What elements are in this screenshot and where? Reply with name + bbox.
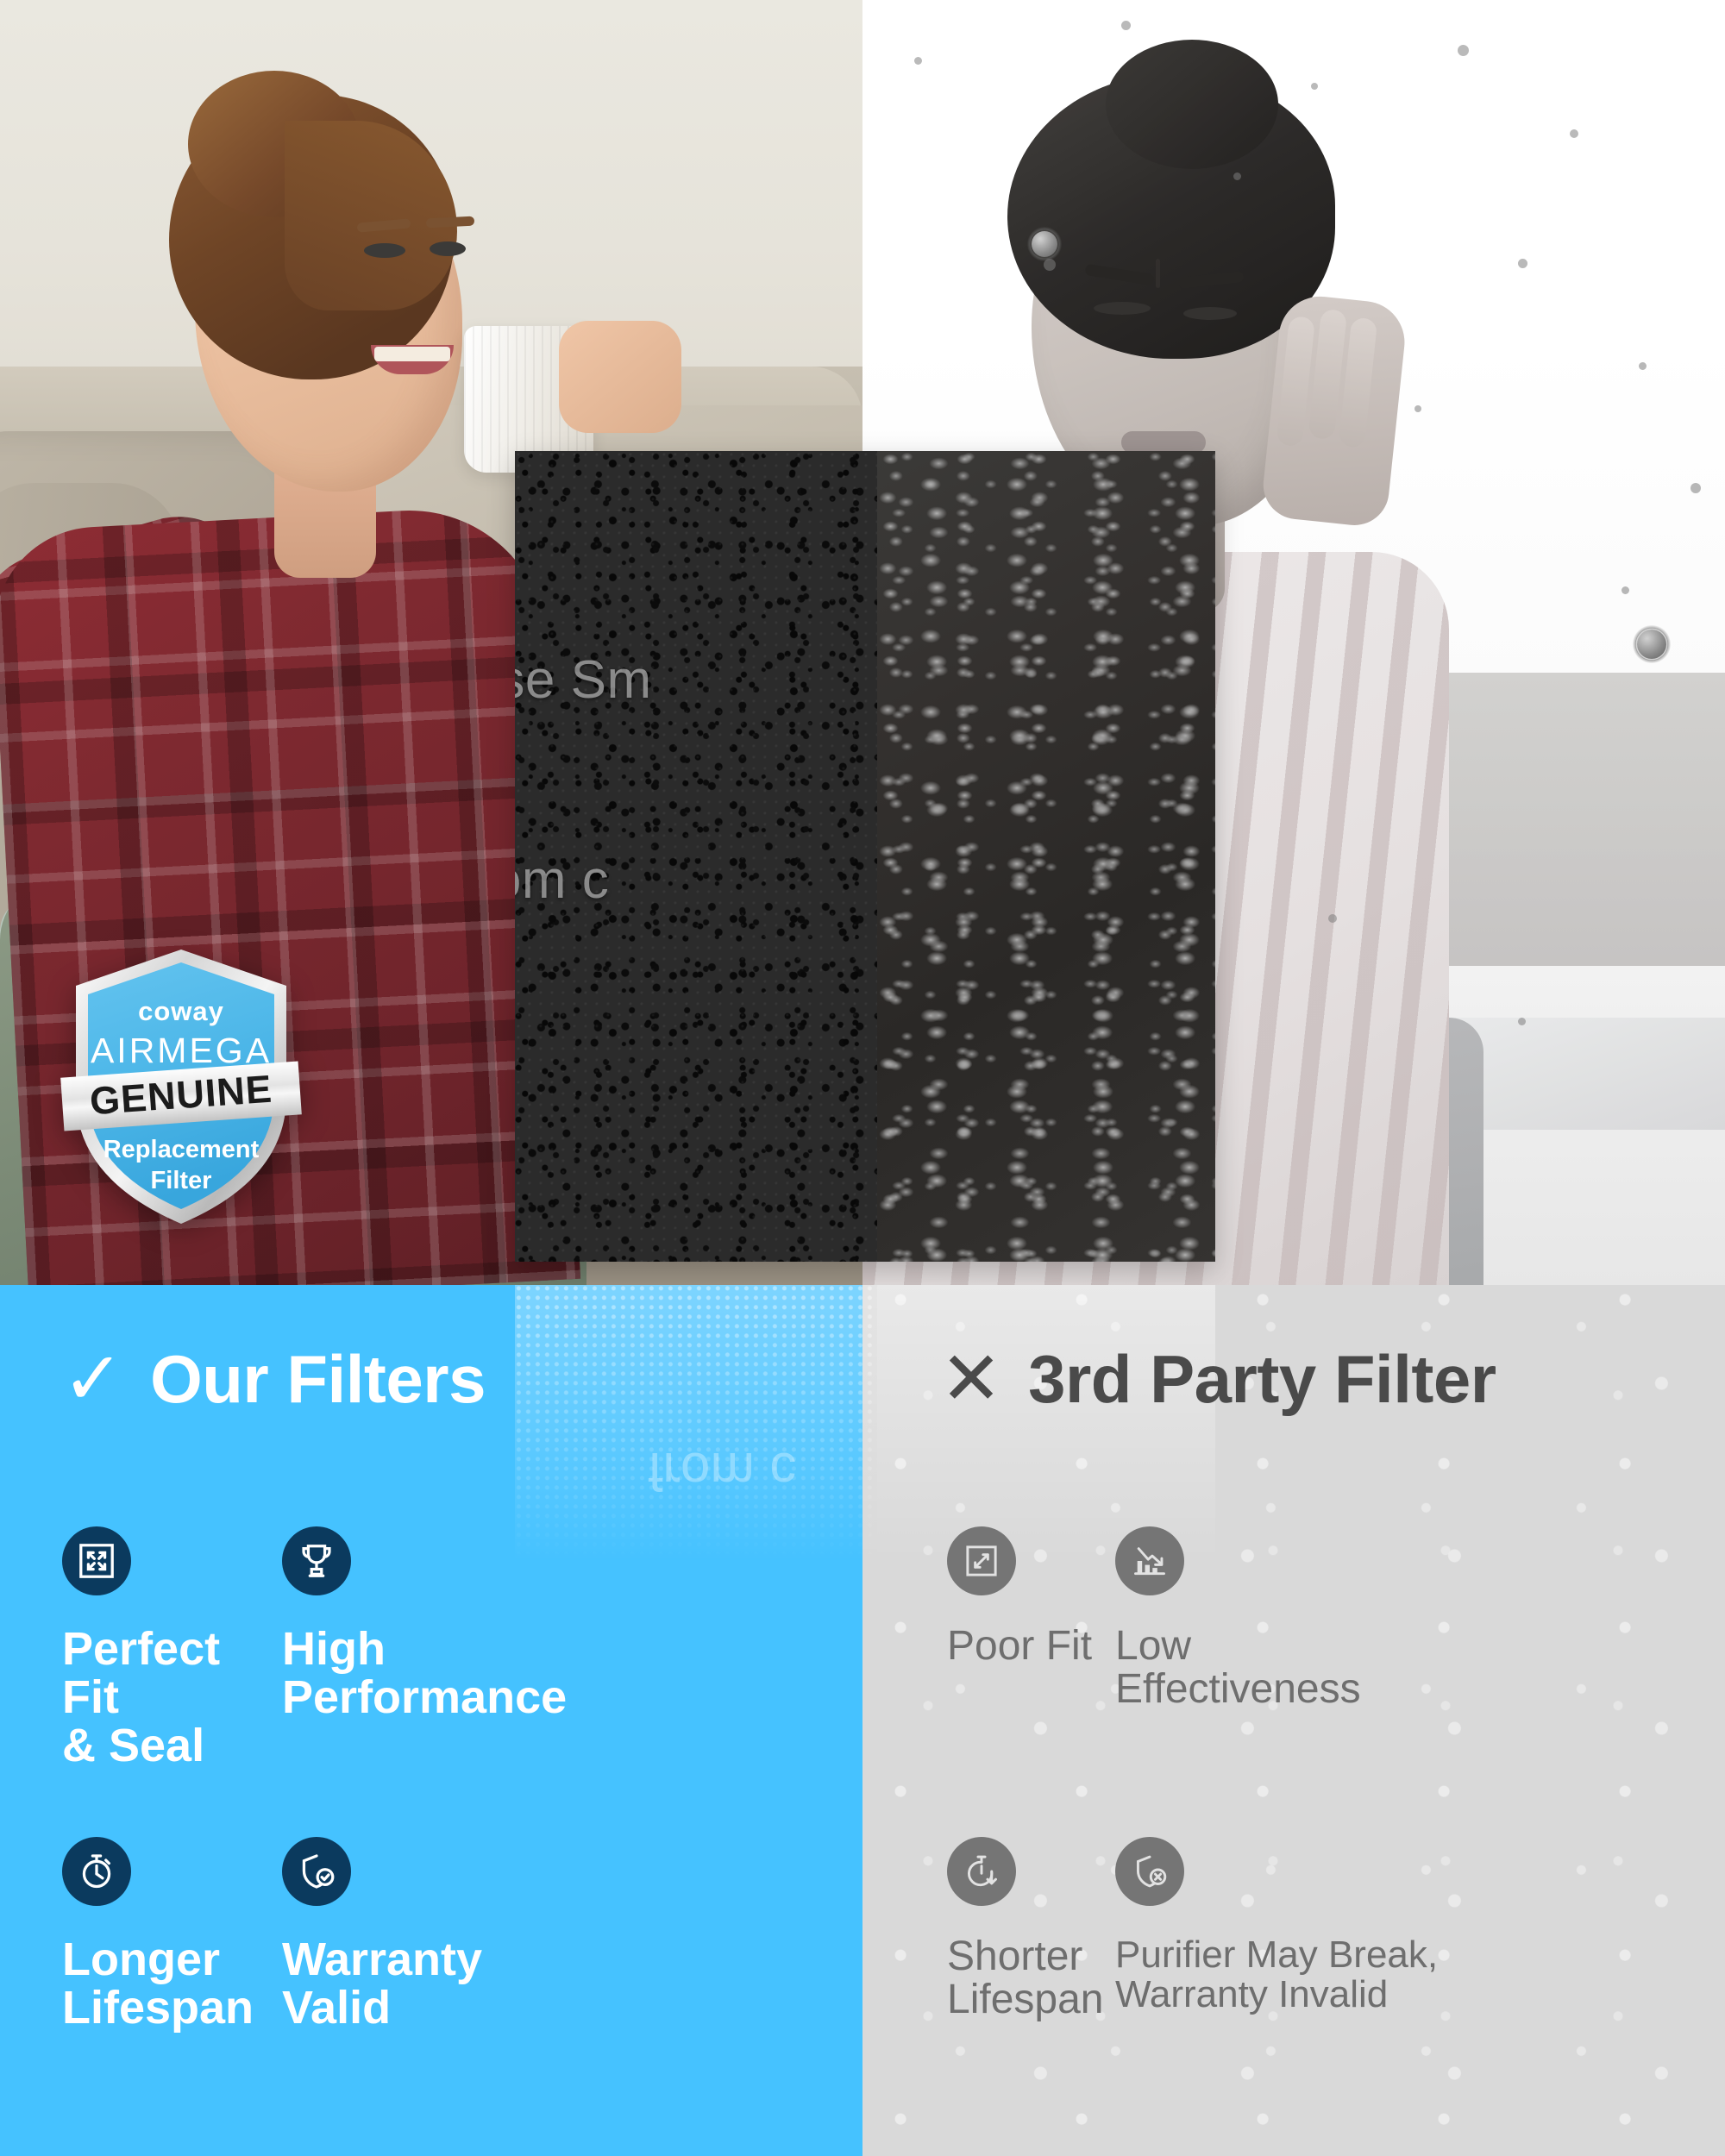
dust-particle bbox=[1044, 259, 1056, 271]
dust-particle bbox=[1311, 83, 1318, 90]
feature-high-performance: High Performance bbox=[282, 1526, 838, 1837]
drawback-low-effectiveness: Low Effectiveness bbox=[1115, 1526, 1706, 1837]
feature-label: High Performance bbox=[282, 1623, 568, 1724]
filter-overlay-text: Intense Sm from c bbox=[515, 451, 1215, 1262]
woman-right-hand-at-temple bbox=[1259, 292, 1409, 529]
badge-product-line: AIRMEGA bbox=[91, 1031, 272, 1070]
feature-label: Warranty Valid bbox=[282, 1934, 483, 2034]
trophy-icon bbox=[282, 1526, 351, 1595]
check-icon: ✓ bbox=[62, 1338, 125, 1420]
virus-particle-icon bbox=[1027, 227, 1062, 261]
filter-product-panel: Intense Sm from c bbox=[515, 451, 1215, 1262]
woman-right-eye-right bbox=[1183, 307, 1237, 320]
expand-fit-icon bbox=[62, 1526, 131, 1595]
shrink-fit-icon bbox=[947, 1526, 1016, 1595]
woman-left-eye-right bbox=[430, 241, 466, 256]
woman-left-eye-left bbox=[364, 243, 405, 258]
dust-particle bbox=[1328, 914, 1337, 923]
dust-particle bbox=[1414, 405, 1421, 412]
virus-particle-icon bbox=[1633, 625, 1671, 663]
woman-right-hair-bun bbox=[1106, 40, 1278, 169]
dust-particle bbox=[1622, 586, 1629, 594]
drawback-shorter-lifespan: Shorter Lifespan bbox=[947, 1837, 1115, 2147]
third-party-feature-grid: Poor Fit Low Effectiveness Shorter Lifes… bbox=[947, 1526, 1706, 2147]
our-filters-header: ✓ Our Filters bbox=[62, 1342, 486, 1416]
third-party-title: 3rd Party Filter bbox=[1028, 1341, 1496, 1417]
cross-icon: ✕ bbox=[940, 1338, 1003, 1420]
shield-check-icon bbox=[282, 1837, 351, 1906]
dust-particle bbox=[1570, 129, 1578, 138]
overlay-headline-line-2: from c bbox=[515, 850, 610, 910]
shield-x-icon bbox=[1115, 1837, 1184, 1906]
feature-perfect-fit: Perfect Fit & Seal bbox=[62, 1526, 282, 1837]
badge-line-2: Filter bbox=[151, 1167, 212, 1194]
woman-right-frown-line bbox=[1156, 259, 1160, 288]
declining-chart-icon bbox=[1115, 1526, 1184, 1595]
drawback-label: Purifier May Break, Warranty Invalid bbox=[1115, 1934, 1439, 2015]
feature-longer-lifespan: Longer Lifespan bbox=[62, 1837, 282, 2147]
dust-particle bbox=[1518, 259, 1527, 268]
drawback-label: Shorter Lifespan bbox=[947, 1934, 1104, 2022]
drawback-label: Poor Fit bbox=[947, 1623, 1093, 1669]
dust-particle bbox=[1121, 21, 1131, 30]
feature-label: Longer Lifespan bbox=[62, 1934, 254, 2034]
dust-particle bbox=[1458, 45, 1469, 56]
dust-particle bbox=[1639, 362, 1647, 370]
dust-particle bbox=[1233, 172, 1241, 180]
genuine-badge: coway AIRMEGA GENUINE Replacement Filter bbox=[60, 944, 302, 1229]
dust-particle bbox=[1518, 1018, 1526, 1025]
drawback-poor-fit: Poor Fit bbox=[947, 1526, 1115, 1837]
woman-right-eye-left bbox=[1094, 302, 1151, 315]
our-filters-title: Our Filters bbox=[150, 1341, 486, 1417]
feature-label: Perfect Fit & Seal bbox=[62, 1623, 221, 1772]
badge-line-1: Replacement bbox=[104, 1136, 260, 1163]
our-filters-feature-grid: Perfect Fit & Seal High Performance Long… bbox=[62, 1526, 838, 2147]
product-comparison-infographic: Intense Sm from c from c ✓ Our Filters ✕… bbox=[0, 0, 1725, 2156]
dust-particle bbox=[1690, 483, 1701, 493]
stopwatch-down-icon bbox=[947, 1837, 1016, 1906]
drawback-label: Low Effectiveness bbox=[1115, 1623, 1361, 1712]
third-party-header: ✕ 3rd Party Filter bbox=[940, 1342, 1496, 1416]
feature-warranty-valid: Warranty Valid bbox=[282, 1837, 838, 2147]
dust-particle bbox=[914, 57, 922, 65]
woman-left-hand bbox=[559, 321, 681, 433]
badge-brand: coway bbox=[138, 996, 224, 1026]
drawback-warranty-invalid: Purifier May Break, Warranty Invalid bbox=[1115, 1837, 1706, 2147]
stopwatch-icon bbox=[62, 1837, 131, 1906]
overlay-headline-line-1: Intense Sm bbox=[515, 650, 652, 710]
